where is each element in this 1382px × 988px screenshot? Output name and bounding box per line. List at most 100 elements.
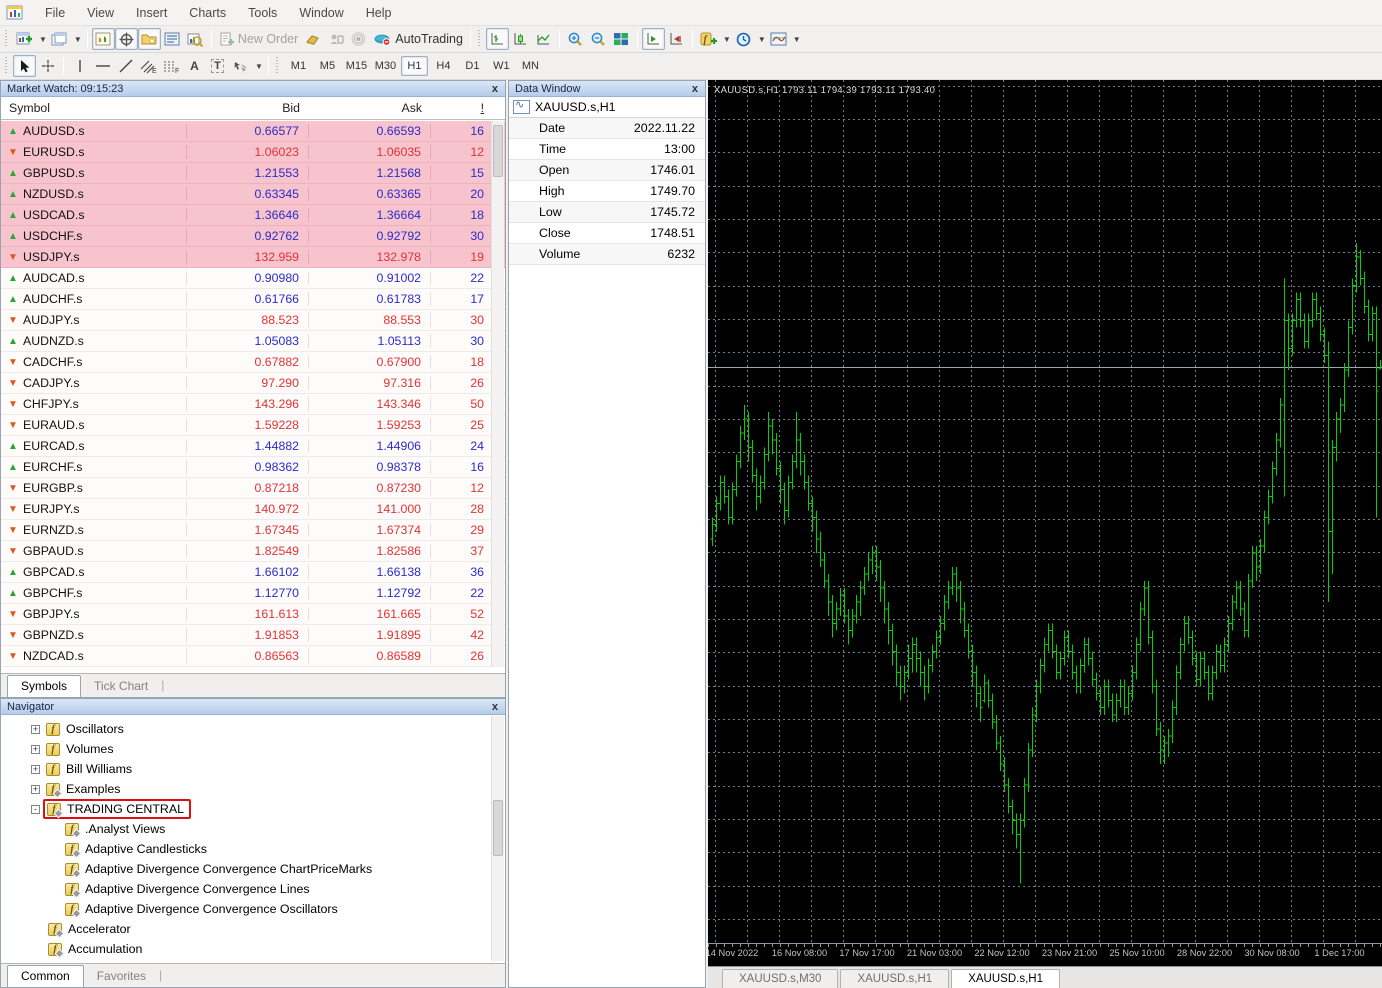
market-watch-row-euraud.s[interactable]: ▼EURAUD.s1.592281.5925325 bbox=[1, 415, 505, 436]
bar-chart-mode-button[interactable] bbox=[486, 28, 509, 50]
tile-windows-button[interactable] bbox=[610, 28, 633, 50]
navigator-item-examples[interactable]: +fExamples bbox=[1, 779, 491, 799]
navigator-item-adaptive-divergence-convergence-oscillators[interactable]: fAdaptive Divergence Convergence Oscilla… bbox=[1, 899, 491, 919]
new-order-button[interactable]: New Order bbox=[216, 28, 301, 50]
market-watch-row-gbpcad.s[interactable]: ▲GBPCAD.s1.661021.6613836 bbox=[1, 562, 505, 583]
navigator-tab-favorites[interactable]: Favorites bbox=[84, 966, 159, 987]
column-header-symbol[interactable]: Symbol bbox=[1, 101, 186, 115]
line-chart-mode-button[interactable] bbox=[532, 28, 555, 50]
menu-item-window[interactable]: Window bbox=[288, 2, 354, 24]
market-watch-row-eurusd.s[interactable]: ▼EURUSD.s1.060231.0603512 bbox=[1, 142, 505, 163]
menu-item-tools[interactable]: Tools bbox=[237, 2, 288, 24]
column-header-ask[interactable]: Ask bbox=[308, 101, 430, 115]
tree-toggle-icon[interactable]: + bbox=[31, 725, 40, 734]
toolbar-grip[interactable] bbox=[5, 57, 10, 75]
timeframe-button-m5[interactable]: M5 bbox=[314, 56, 341, 76]
equidistant-channel-tool-button[interactable]: E bbox=[137, 55, 160, 77]
horizontal-line-tool-button[interactable] bbox=[91, 55, 114, 77]
navigator-item-accumulation[interactable]: fAccumulation bbox=[1, 939, 491, 959]
market-watch-row-usdjpy.s[interactable]: ▼USDJPY.s132.959132.97819 bbox=[1, 247, 505, 268]
market-watch-row-eurcad.s[interactable]: ▲EURCAD.s1.448821.4490624 bbox=[1, 436, 505, 457]
timeframe-button-m15[interactable]: M15 bbox=[343, 56, 370, 76]
periods-dropdown-caret[interactable]: ▼ bbox=[758, 35, 766, 44]
timeframe-button-mn[interactable]: MN bbox=[517, 56, 544, 76]
profiles-button[interactable] bbox=[48, 28, 71, 50]
terminal-toggle-button[interactable] bbox=[161, 28, 184, 50]
market-watch-toggle-button[interactable] bbox=[92, 28, 115, 50]
timeframe-button-m1[interactable]: M1 bbox=[285, 56, 312, 76]
menu-item-file[interactable]: File bbox=[34, 2, 76, 24]
navigator-scrollbar[interactable] bbox=[491, 716, 504, 961]
market-watch-row-usdchf.s[interactable]: ▲USDCHF.s0.927620.9279230 bbox=[1, 226, 505, 247]
data-window-close-icon[interactable]: x bbox=[689, 83, 701, 95]
indicators-button[interactable]: f bbox=[697, 28, 720, 50]
market-watch-row-gbpjpy.s[interactable]: ▼GBPJPY.s161.613161.66552 bbox=[1, 604, 505, 625]
market-watch-row-audnzd.s[interactable]: ▲AUDNZD.s1.050831.0511330 bbox=[1, 331, 505, 352]
fibonacci-tool-button[interactable]: F bbox=[160, 55, 183, 77]
market-watch-row-audusd.s[interactable]: ▲AUDUSD.s0.665770.6659316 bbox=[1, 121, 505, 142]
profiles-dropdown-caret[interactable]: ▼ bbox=[74, 35, 82, 44]
toolbar-grip[interactable] bbox=[478, 30, 483, 48]
strategy-tester-button[interactable] bbox=[184, 28, 207, 50]
navigator-item-bill-williams[interactable]: +fBill Williams bbox=[1, 759, 491, 779]
navigator-item-accelerator[interactable]: fAccelerator bbox=[1, 919, 491, 939]
market-watch-row-audchf.s[interactable]: ▲AUDCHF.s0.617660.6178317 bbox=[1, 289, 505, 310]
trendline-tool-button[interactable] bbox=[114, 55, 137, 77]
market-watch-row-eurgbp.s[interactable]: ▼EURGBP.s0.872180.8723012 bbox=[1, 478, 505, 499]
vertical-line-tool-button[interactable] bbox=[68, 55, 91, 77]
new-chart-button[interactable] bbox=[13, 28, 36, 50]
column-header-bid[interactable]: Bid bbox=[186, 101, 308, 115]
navigator-item-adaptive-candlesticks[interactable]: fAdaptive Candlesticks bbox=[1, 839, 491, 859]
chart-shift-button[interactable] bbox=[665, 28, 688, 50]
navigator-scroll-thumb[interactable] bbox=[493, 800, 503, 856]
market-watch-row-eurnzd.s[interactable]: ▼EURNZD.s1.673451.6737429 bbox=[1, 520, 505, 541]
periods-button[interactable] bbox=[732, 28, 755, 50]
market-watch-row-nzdusd.s[interactable]: ▲NZDUSD.s0.633450.6336520 bbox=[1, 184, 505, 205]
navigator-item--analyst-views[interactable]: f.Analyst Views bbox=[1, 819, 491, 839]
market-watch-row-eurjpy.s[interactable]: ▼EURJPY.s140.972141.00028 bbox=[1, 499, 505, 520]
navigator-close-icon[interactable]: x bbox=[489, 701, 501, 713]
arrows-tool-button[interactable] bbox=[229, 55, 252, 77]
market-watch-scroll-thumb[interactable] bbox=[493, 125, 503, 177]
toolbar-grip[interactable] bbox=[5, 30, 10, 48]
market-news-icon[interactable] bbox=[347, 28, 370, 50]
indicators-dropdown-caret[interactable]: ▼ bbox=[723, 35, 731, 44]
timeframe-button-d1[interactable]: D1 bbox=[459, 56, 486, 76]
candlestick-mode-button[interactable] bbox=[509, 28, 532, 50]
market-watch-row-gbpnzd.s[interactable]: ▼GBPNZD.s1.918531.9189542 bbox=[1, 625, 505, 646]
navigator-tab-common[interactable]: Common bbox=[7, 965, 84, 987]
timeframe-button-m30[interactable]: M30 bbox=[372, 56, 399, 76]
market-watch-scrollbar[interactable] bbox=[491, 121, 504, 667]
toolbar-grip[interactable] bbox=[276, 57, 281, 75]
timeframe-button-h1[interactable]: H1 bbox=[401, 56, 428, 76]
zoom-in-button[interactable] bbox=[564, 28, 587, 50]
chart-tab-0[interactable]: XAUUSD.s,M30 bbox=[722, 969, 838, 988]
market-watch-header[interactable]: Symbol Bid Ask ! bbox=[1, 97, 505, 120]
navigator-item-volumes[interactable]: +fVolumes bbox=[1, 739, 491, 759]
market-watch-tab-tick-chart[interactable]: Tick Chart bbox=[81, 676, 161, 697]
cursor-tool-button[interactable] bbox=[13, 55, 36, 77]
tree-toggle-icon[interactable]: - bbox=[31, 805, 40, 814]
menu-item-insert[interactable]: Insert bbox=[125, 2, 178, 24]
market-watch-row-chfjpy.s[interactable]: ▼CHFJPY.s143.296143.34650 bbox=[1, 394, 505, 415]
market-watch-row-nzdcad.s[interactable]: ▼NZDCAD.s0.865630.8658926 bbox=[1, 646, 505, 667]
tree-toggle-icon[interactable]: + bbox=[31, 745, 40, 754]
market-watch-row-cadjpy.s[interactable]: ▼CADJPY.s97.29097.31626 bbox=[1, 373, 505, 394]
metaquotes-services-icon[interactable] bbox=[301, 28, 324, 50]
market-watch-close-icon[interactable]: x bbox=[489, 83, 501, 95]
timeframe-button-h4[interactable]: H4 bbox=[430, 56, 457, 76]
tree-toggle-icon[interactable]: + bbox=[31, 765, 40, 774]
menu-item-charts[interactable]: Charts bbox=[178, 2, 237, 24]
price-chart[interactable] bbox=[708, 80, 1382, 944]
chart-tab-2[interactable]: XAUUSD.s,H1 bbox=[951, 969, 1060, 988]
chart-canvas[interactable]: XAUUSD.s,H1 1793.11 1794.39 1793.11 1793… bbox=[708, 80, 1382, 966]
templates-button[interactable] bbox=[767, 28, 790, 50]
navigator-title-bar[interactable]: Navigator x bbox=[1, 699, 505, 715]
market-watch-row-gbpchf.s[interactable]: ▲GBPCHF.s1.127701.1279222 bbox=[1, 583, 505, 604]
data-window-toggle-button[interactable] bbox=[115, 28, 138, 50]
tree-toggle-icon[interactable]: + bbox=[31, 785, 40, 794]
navigator-toggle-button[interactable] bbox=[138, 28, 161, 50]
navigator-item-adaptive-divergence-convergence-lines[interactable]: fAdaptive Divergence Convergence Lines bbox=[1, 879, 491, 899]
menu-item-help[interactable]: Help bbox=[355, 2, 403, 24]
auto-scroll-button[interactable] bbox=[642, 28, 665, 50]
